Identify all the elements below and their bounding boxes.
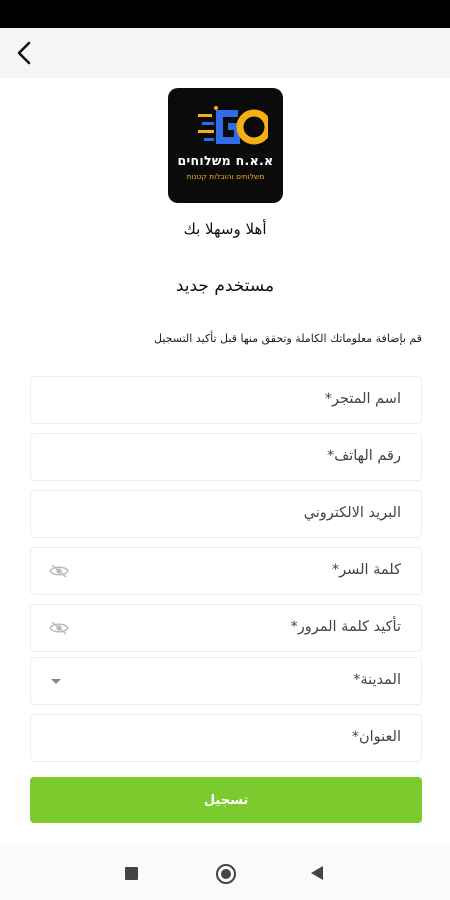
app-logo: א.א.ח משלוחים משלוחים והובלות קטנות	[168, 88, 283, 203]
password-field[interactable]: كلمة السر*	[30, 547, 422, 595]
logo-mark	[198, 106, 268, 145]
store-name-placeholder: اسم المتجر*	[324, 391, 401, 407]
eye-off-icon[interactable]	[49, 620, 69, 636]
city-placeholder: المدينة*	[353, 672, 401, 688]
logo-subtitle: משלוחים והובלות קטנות	[186, 172, 265, 181]
city-select[interactable]: المدينة*	[30, 657, 422, 705]
eye-off-icon[interactable]	[49, 563, 69, 579]
phone-field[interactable]: رقم الهاتف*	[30, 433, 422, 481]
home-icon[interactable]	[216, 864, 236, 884]
phone-placeholder: رقم الهاتف*	[326, 448, 401, 464]
address-field[interactable]: العنوان*	[30, 714, 422, 762]
nav-back-icon[interactable]	[311, 866, 323, 880]
app-bar	[0, 28, 450, 78]
store-name-field[interactable]: اسم المتجر*	[30, 376, 422, 424]
register-button[interactable]: تسجيل	[30, 777, 422, 823]
instructions-text: قم بإضافة معلوماتك الكاملة وتحقق منها قب…	[154, 332, 422, 345]
confirm-password-field[interactable]: تأكيد كلمة المرور*	[30, 604, 422, 652]
arrow-back-icon	[17, 41, 31, 65]
confirm-password-placeholder: تأكيد كلمة المرور*	[290, 619, 401, 635]
address-placeholder: العنوان*	[351, 729, 401, 745]
page-title: مستخدم جديد	[175, 276, 275, 296]
system-nav-bar	[0, 845, 450, 900]
email-placeholder: البريد الالكتروني	[303, 505, 401, 521]
password-placeholder: كلمة السر*	[331, 562, 401, 578]
chevron-down-icon[interactable]	[51, 679, 61, 684]
status-bar	[0, 0, 450, 28]
email-field[interactable]: البريد الالكتروني	[30, 490, 422, 538]
logo-title: א.א.ח משלוחים	[177, 153, 274, 168]
back-button[interactable]	[6, 34, 44, 72]
recents-icon[interactable]	[125, 867, 138, 880]
welcome-text: أهلا وسهلا بك	[183, 220, 267, 238]
